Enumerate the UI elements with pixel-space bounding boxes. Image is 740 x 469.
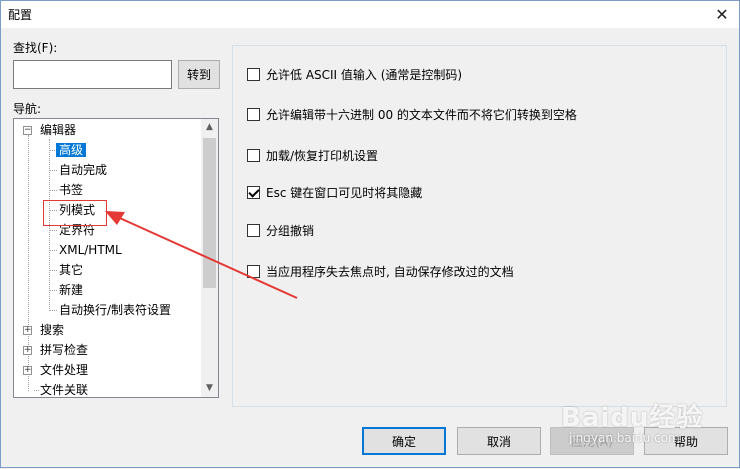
- tree-item-label: 自动换行/制表符设置: [59, 303, 172, 317]
- window-title: 配置: [8, 8, 33, 22]
- tree-item-wordwrap-tabs[interactable]: 自动换行/制表符设置: [59, 300, 171, 320]
- option-label: 加载/恢复打印机设置: [266, 148, 379, 163]
- tree-item-file-handling[interactable]: + 文件处理: [23, 360, 88, 380]
- tree-item-label: 拼写检查: [40, 343, 89, 357]
- ok-button[interactable]: 确定: [362, 427, 446, 455]
- tree-item-search[interactable]: + 搜索: [23, 320, 64, 340]
- tree-item-xml-html[interactable]: XML/HTML: [59, 240, 122, 260]
- option-label: Esc 键在窗口可见时将其隐藏: [266, 185, 423, 200]
- option-label: 允许编辑带十六进制 00 的文本文件而不将它们转换到空格: [266, 107, 577, 122]
- search-label: 查找(F):: [13, 41, 58, 55]
- tree-item-label: 高级: [56, 143, 87, 157]
- tree-item-label: 搜索: [40, 323, 65, 337]
- option-hex-00[interactable]: 允许编辑带十六进制 00 的文本文件而不将它们转换到空格: [247, 106, 577, 122]
- option-autosave[interactable]: 当应用程序失去焦点时, 自动保存修改过的文档: [247, 263, 514, 279]
- option-group-undo[interactable]: 分组撤销: [247, 222, 314, 238]
- checkbox[interactable]: [247, 223, 260, 237]
- watermark-url: jingyan.baidu.com: [569, 431, 680, 445]
- tree-item-label: 其它: [59, 263, 84, 277]
- tree-item-editor[interactable]: − 编辑器: [23, 120, 76, 140]
- title-bar: 配置 ✕: [1, 1, 739, 28]
- scroll-down-icon[interactable]: ▼: [201, 380, 218, 397]
- tree-item-label: 自动完成: [59, 163, 108, 177]
- option-printer-settings[interactable]: 加载/恢复打印机设置: [247, 147, 378, 163]
- checkbox[interactable]: [247, 67, 260, 81]
- option-esc-hide[interactable]: Esc 键在窗口可见时将其隐藏: [247, 184, 422, 200]
- scroll-up-icon[interactable]: ▲: [201, 119, 218, 136]
- tree-item-new[interactable]: 新建: [59, 280, 83, 300]
- nav-label: 导航:: [13, 102, 42, 116]
- checkbox[interactable]: [247, 107, 260, 121]
- collapse-icon[interactable]: −: [23, 126, 32, 135]
- tree-item-label: 新建: [59, 283, 84, 297]
- option-label: 允许低 ASCII 值输入 (通常是控制码): [266, 67, 463, 82]
- expand-icon[interactable]: +: [23, 366, 32, 375]
- checkbox[interactable]: [247, 264, 260, 278]
- tree-item-label: 编辑器: [40, 123, 77, 137]
- option-low-ascii[interactable]: 允许低 ASCII 值输入 (通常是控制码): [247, 66, 462, 82]
- tree-scrollbar[interactable]: ▲ ▼: [201, 119, 218, 397]
- close-icon[interactable]: ✕: [705, 1, 739, 28]
- tree-item-spellcheck[interactable]: + 拼写检查: [23, 340, 88, 360]
- watermark-logo: Baidu经验: [561, 403, 704, 433]
- tree-item-other[interactable]: 其它: [59, 260, 83, 280]
- tree-item-advanced[interactable]: 高级: [56, 140, 87, 160]
- search-input[interactable]: [13, 60, 172, 89]
- checkbox-checked[interactable]: [247, 185, 260, 199]
- annotation-highlight-box: [43, 200, 107, 226]
- option-label: 分组撤销: [266, 223, 315, 238]
- tree-item-file-association[interactable]: 文件关联: [40, 380, 89, 397]
- option-label: 当应用程序失去焦点时, 自动保存修改过的文档: [266, 264, 514, 279]
- tree-item-label: 文件处理: [40, 363, 89, 377]
- tree-item-bookmarks[interactable]: 书签: [59, 180, 83, 200]
- nav-tree: − 编辑器 高级 自动完成 书签 列模式 定界符 XML/HTML 其它 新建 …: [13, 118, 219, 398]
- expand-icon[interactable]: +: [23, 326, 32, 335]
- tree-item-label: XML/HTML: [59, 243, 122, 257]
- configuration-dialog: 配置 ✕ 查找(F): 转到 导航: − 编辑器 高级 自动完成 书签 列模式 …: [0, 0, 740, 468]
- expand-icon[interactable]: +: [23, 346, 32, 355]
- options-panel: 允许低 ASCII 值输入 (通常是控制码) 允许编辑带十六进制 00 的文本文…: [232, 45, 727, 407]
- tree-item-label: 文件关联: [40, 383, 89, 397]
- cancel-button[interactable]: 取消: [457, 427, 541, 455]
- scroll-thumb[interactable]: [203, 138, 216, 288]
- go-button[interactable]: 转到: [178, 60, 220, 89]
- tree-item-label: 书签: [59, 183, 84, 197]
- tree-item-autocomplete[interactable]: 自动完成: [59, 160, 107, 180]
- checkbox[interactable]: [247, 148, 260, 162]
